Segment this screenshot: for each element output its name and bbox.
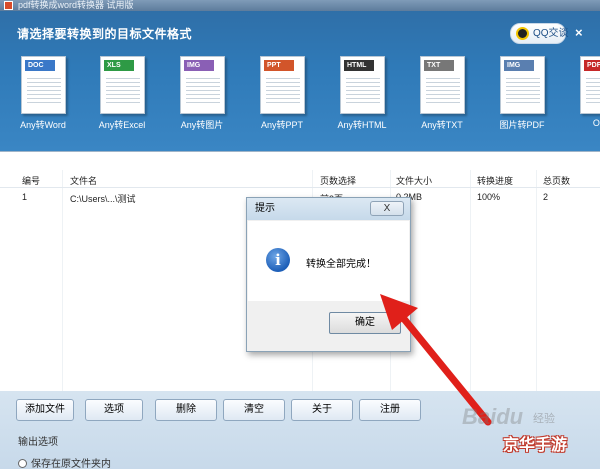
- column-header-total[interactable]: 总页数: [543, 174, 570, 187]
- format-tag: IMG: [504, 60, 534, 71]
- info-icon: i: [266, 248, 290, 272]
- format-button-5[interactable]: TXT Any转TXT: [407, 51, 477, 143]
- site-watermark: 京华手游: [503, 437, 568, 454]
- document-icon: PDF: [580, 56, 600, 114]
- qq-chat-button[interactable]: QQ交谈: [510, 23, 569, 44]
- document-lines: [106, 75, 140, 105]
- format-button-2[interactable]: IMG Any转图片: [167, 51, 237, 143]
- document-icon: PPT: [260, 56, 305, 114]
- add-file-button[interactable]: 添加文件: [16, 399, 74, 421]
- save-in-source-label: 保存在原文件夹内: [31, 459, 111, 469]
- format-label: Any转Word: [20, 120, 66, 130]
- format-label: Any转TXT: [421, 120, 463, 130]
- document-lines: [266, 75, 300, 105]
- radio-icon: [18, 459, 27, 468]
- jingyan-watermark: 经验: [533, 413, 555, 425]
- format-button-3[interactable]: PPT Any转PPT: [247, 51, 317, 143]
- column-header-progress[interactable]: 转换进度: [477, 174, 513, 187]
- qq-chat-label: QQ交谈: [533, 28, 569, 39]
- delete-button[interactable]: 删除: [155, 399, 217, 421]
- format-tag: PDF: [584, 60, 600, 71]
- baidu-watermark: Baidu: [462, 404, 524, 429]
- format-tag: HTML: [344, 60, 374, 71]
- format-label: Offic: [592, 118, 600, 128]
- dialog-body: i 转换全部完成！: [248, 221, 409, 301]
- document-icon: XLS: [100, 56, 145, 114]
- output-options-label: 输出选项: [18, 437, 58, 448]
- document-lines: [346, 75, 380, 105]
- document-icon: HTML: [340, 56, 385, 114]
- format-tag: IMG: [184, 60, 214, 71]
- column-header-pages[interactable]: 页数选择: [320, 174, 356, 187]
- save-in-source-radio[interactable]: 保存在原文件夹内: [18, 455, 111, 469]
- close-icon[interactable]: ×: [575, 25, 583, 40]
- format-button-4[interactable]: HTML Any转HTML: [327, 51, 397, 143]
- document-icon: DOC: [21, 56, 66, 114]
- document-lines: [426, 75, 460, 105]
- format-tag: PPT: [264, 60, 294, 71]
- format-button-1[interactable]: XLS Any转Excel: [87, 51, 157, 143]
- document-lines: [586, 75, 600, 105]
- format-tag: TXT: [424, 60, 454, 71]
- format-prompt: 请选择要转换到的目标文件格式: [17, 27, 193, 41]
- format-label: Any转图片: [180, 120, 224, 130]
- options-button[interactable]: 选项: [85, 399, 143, 421]
- column-header-id[interactable]: 编号: [22, 174, 40, 187]
- format-tag: XLS: [104, 60, 134, 71]
- document-lines: [506, 75, 540, 105]
- column-header-size[interactable]: 文件大小: [396, 174, 432, 187]
- clear-button[interactable]: 清空: [223, 399, 285, 421]
- table-header: 编号 文件名 页数选择 文件大小 转换进度 总页数: [0, 172, 600, 188]
- format-label: Any转PPT: [260, 120, 303, 130]
- format-label: Any转Excel: [98, 120, 146, 130]
- format-label: Any转HTML: [337, 120, 387, 130]
- qq-icon: [516, 27, 529, 40]
- cell-total: 2: [543, 192, 549, 202]
- cell-progress: 100%: [477, 192, 501, 202]
- cell-id: 1: [22, 192, 28, 202]
- title-bar: pdf转换成word转换器 试用版: [0, 0, 600, 11]
- document-lines: [186, 75, 220, 105]
- window-title: pdf转换成word转换器 试用版: [18, 0, 134, 10]
- about-button[interactable]: 关于: [291, 399, 353, 421]
- format-label: 图片转PDF: [499, 120, 545, 130]
- document-icon: IMG: [180, 56, 225, 114]
- column-header-filename[interactable]: 文件名: [70, 174, 97, 187]
- cell-filename: C:\Users\...\测试: [70, 194, 136, 204]
- document-icon: TXT: [420, 56, 465, 114]
- format-button-6[interactable]: IMG 图片转PDF: [487, 51, 557, 143]
- document-lines: [27, 75, 61, 105]
- format-button-0[interactable]: DOC Any转Word: [8, 51, 78, 143]
- dialog-message: 转换全部完成！: [306, 259, 376, 270]
- dialog-close-button[interactable]: X: [370, 201, 404, 216]
- app-icon: [4, 1, 13, 10]
- format-button-7[interactable]: PDF Offic: [567, 51, 600, 143]
- document-icon: IMG: [500, 56, 545, 114]
- bottom-panel: 添加文件 选项 删除 清空 关于 注册 输出选项 保存在原文件夹内: [0, 391, 600, 469]
- format-tag: DOC: [25, 60, 55, 71]
- format-banner: 请选择要转换到的目标文件格式 QQ交谈 × DOC Any转Word XLS Any转…: [0, 11, 600, 151]
